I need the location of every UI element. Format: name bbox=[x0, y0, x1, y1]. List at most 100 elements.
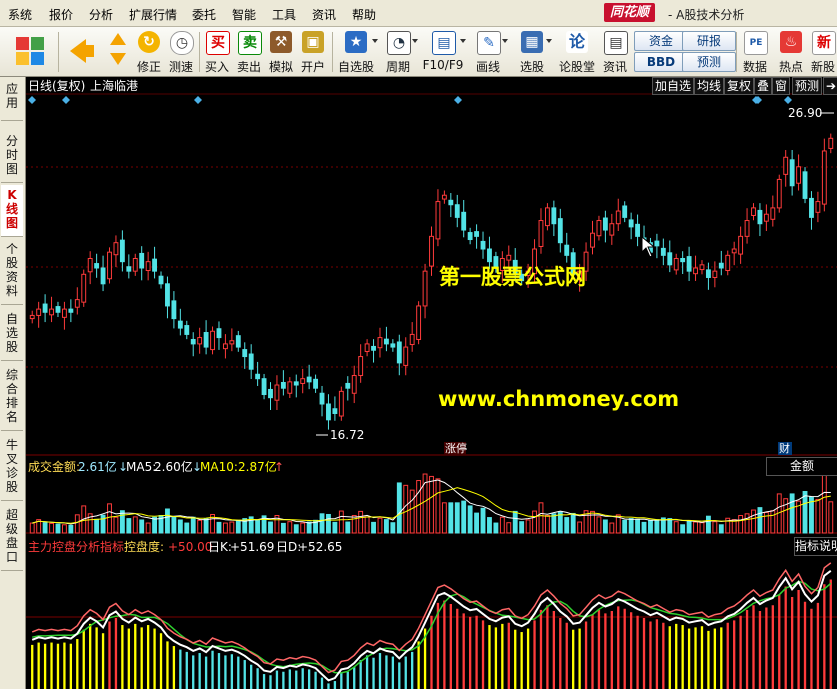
candle-body bbox=[351, 375, 357, 394]
candle-body bbox=[190, 338, 196, 345]
candle-body bbox=[686, 256, 692, 272]
menu-news[interactable]: 资讯 bbox=[312, 6, 336, 23]
volume-bar bbox=[68, 524, 74, 534]
candle-body bbox=[596, 220, 602, 237]
volume-bar bbox=[487, 517, 492, 534]
candle-body bbox=[326, 403, 331, 421]
side-tabs: 应用 分时图 K线图 个股资料 自选股 综合排名 牛叉诊股 超级盘口 bbox=[0, 77, 26, 689]
chevron-down-icon bbox=[460, 39, 466, 43]
draw-line-button[interactable]: ✎ 画线 bbox=[470, 29, 508, 74]
menu-quote[interactable]: 报价 bbox=[49, 6, 73, 23]
candle-body bbox=[435, 201, 441, 240]
candle-body bbox=[132, 258, 138, 272]
menu-ext-quote[interactable]: 扩展行情 bbox=[129, 6, 177, 23]
candle-body bbox=[274, 384, 280, 401]
candle-body bbox=[660, 247, 666, 256]
volume-bar bbox=[177, 519, 183, 534]
forum-icon: 论 bbox=[566, 31, 588, 53]
sell-button[interactable]: 卖 卖出 bbox=[234, 29, 264, 74]
clock-icon: ◷ bbox=[170, 31, 194, 55]
hot-button[interactable]: ♨ 热点 bbox=[776, 29, 806, 74]
candle-body bbox=[731, 248, 737, 254]
new-stock-button[interactable]: 新 新股 bbox=[810, 29, 836, 74]
indicator-help-button[interactable]: 指标说明 bbox=[794, 537, 837, 556]
candle-body bbox=[557, 218, 563, 244]
add-watchlist-button[interactable]: 加自选 bbox=[652, 77, 695, 95]
chart-canvas[interactable]: 日线(复权) 上海临港 26.90 16.72 第一股票公式网 www.chnm… bbox=[26, 77, 837, 689]
volume-bar bbox=[705, 515, 711, 534]
page-updown-button[interactable] bbox=[104, 29, 132, 74]
candle-body bbox=[216, 328, 222, 339]
k-value: +51.69 bbox=[230, 540, 274, 554]
volume-bar bbox=[499, 516, 505, 534]
stock-select-button[interactable]: ▦ 选股 bbox=[514, 29, 552, 74]
ma-button[interactable]: 均线 bbox=[694, 77, 725, 95]
tab-kline[interactable]: K线图 bbox=[1, 185, 23, 237]
data-button[interactable]: PE 数据 bbox=[740, 29, 770, 74]
tab-profile[interactable]: 个股资料 bbox=[1, 239, 23, 305]
volume-bar bbox=[454, 502, 460, 534]
fix-button[interactable]: ↻ 修正 bbox=[134, 29, 164, 74]
volume-bar bbox=[74, 514, 80, 534]
candle-body bbox=[126, 266, 132, 272]
volume-bar bbox=[409, 489, 415, 534]
candle-body bbox=[358, 356, 364, 377]
news-button[interactable]: ▤ 资讯 bbox=[600, 29, 630, 74]
candle-body bbox=[474, 231, 480, 237]
adjust-button[interactable]: 复权 bbox=[724, 77, 755, 95]
volume-bar bbox=[190, 516, 196, 534]
simulate-button[interactable]: ⚒ 模拟 bbox=[266, 29, 296, 74]
candle-body bbox=[564, 244, 570, 256]
forum-button[interactable]: 论 论股堂 bbox=[558, 29, 596, 74]
candle-body bbox=[454, 204, 460, 218]
layout-button[interactable] bbox=[6, 29, 54, 74]
tab-super-book[interactable]: 超级盘口 bbox=[1, 505, 23, 571]
volume-bar bbox=[229, 521, 235, 534]
menu-trade[interactable]: 委托 bbox=[192, 6, 216, 23]
overlay-button[interactable]: 叠 bbox=[754, 77, 773, 95]
watermark-title: 第一股票公式网 bbox=[439, 265, 586, 289]
back-button[interactable] bbox=[62, 29, 100, 74]
candle-body bbox=[300, 378, 306, 384]
speed-test-button[interactable]: ◷ 测速 bbox=[166, 29, 196, 74]
menu-smart[interactable]: 智能 bbox=[232, 6, 256, 23]
menu-tools[interactable]: 工具 bbox=[272, 6, 296, 23]
menu-analysis[interactable]: 分析 bbox=[89, 6, 113, 23]
predict-button[interactable]: 预测 bbox=[792, 77, 823, 95]
volume-bar bbox=[61, 524, 67, 534]
volume-bar bbox=[364, 516, 370, 534]
menu-help[interactable]: 帮助 bbox=[352, 6, 376, 23]
pe-icon: PE bbox=[744, 31, 768, 55]
window-button[interactable]: 窗 bbox=[772, 77, 791, 95]
period-button[interactable]: ◔ 周期 bbox=[380, 29, 418, 74]
volume-bar bbox=[712, 521, 718, 534]
menu-system[interactable]: 系统 bbox=[8, 6, 32, 23]
tab-ranking[interactable]: 综合排名 bbox=[1, 365, 23, 431]
fund-button[interactable]: 资金 bbox=[634, 31, 688, 51]
arrow-up-icon bbox=[110, 33, 126, 45]
volume-bar bbox=[441, 502, 447, 534]
volume-bar bbox=[300, 522, 306, 534]
forecast-button[interactable]: 预测 bbox=[682, 52, 736, 72]
volume-bar bbox=[216, 521, 222, 534]
volume-bar bbox=[693, 521, 698, 534]
volume-bar bbox=[448, 502, 454, 534]
candle-body bbox=[667, 252, 673, 266]
tab-intraday[interactable]: 分时图 bbox=[1, 131, 23, 183]
tab-apps[interactable]: 应用 bbox=[1, 79, 23, 121]
research-button[interactable]: 研报 bbox=[682, 31, 736, 51]
volume-bar bbox=[622, 519, 628, 534]
candle-body bbox=[776, 178, 782, 209]
buy-button[interactable]: 买 买入 bbox=[202, 29, 232, 74]
bbd-button[interactable]: BBD bbox=[634, 52, 688, 72]
candle-body bbox=[49, 308, 54, 316]
open-account-button[interactable]: ▣ 开户 bbox=[298, 29, 328, 74]
f10-button[interactable]: ▤ F10/F9 bbox=[422, 29, 466, 74]
tab-watchlist[interactable]: 自选股 bbox=[1, 309, 23, 361]
watchlist-button[interactable]: ★ 自选股 bbox=[336, 29, 378, 74]
amount-button[interactable]: 金额 bbox=[766, 457, 837, 476]
kline-chart[interactable]: 日线(复权) 上海临港 26.90 16.72 第一股票公式网 www.chnm… bbox=[26, 77, 837, 689]
tab-diagnosis[interactable]: 牛叉诊股 bbox=[1, 435, 23, 501]
arrow-right-icon[interactable]: ➔ bbox=[823, 77, 837, 95]
vol-ma10-label: MA10: bbox=[200, 460, 238, 474]
